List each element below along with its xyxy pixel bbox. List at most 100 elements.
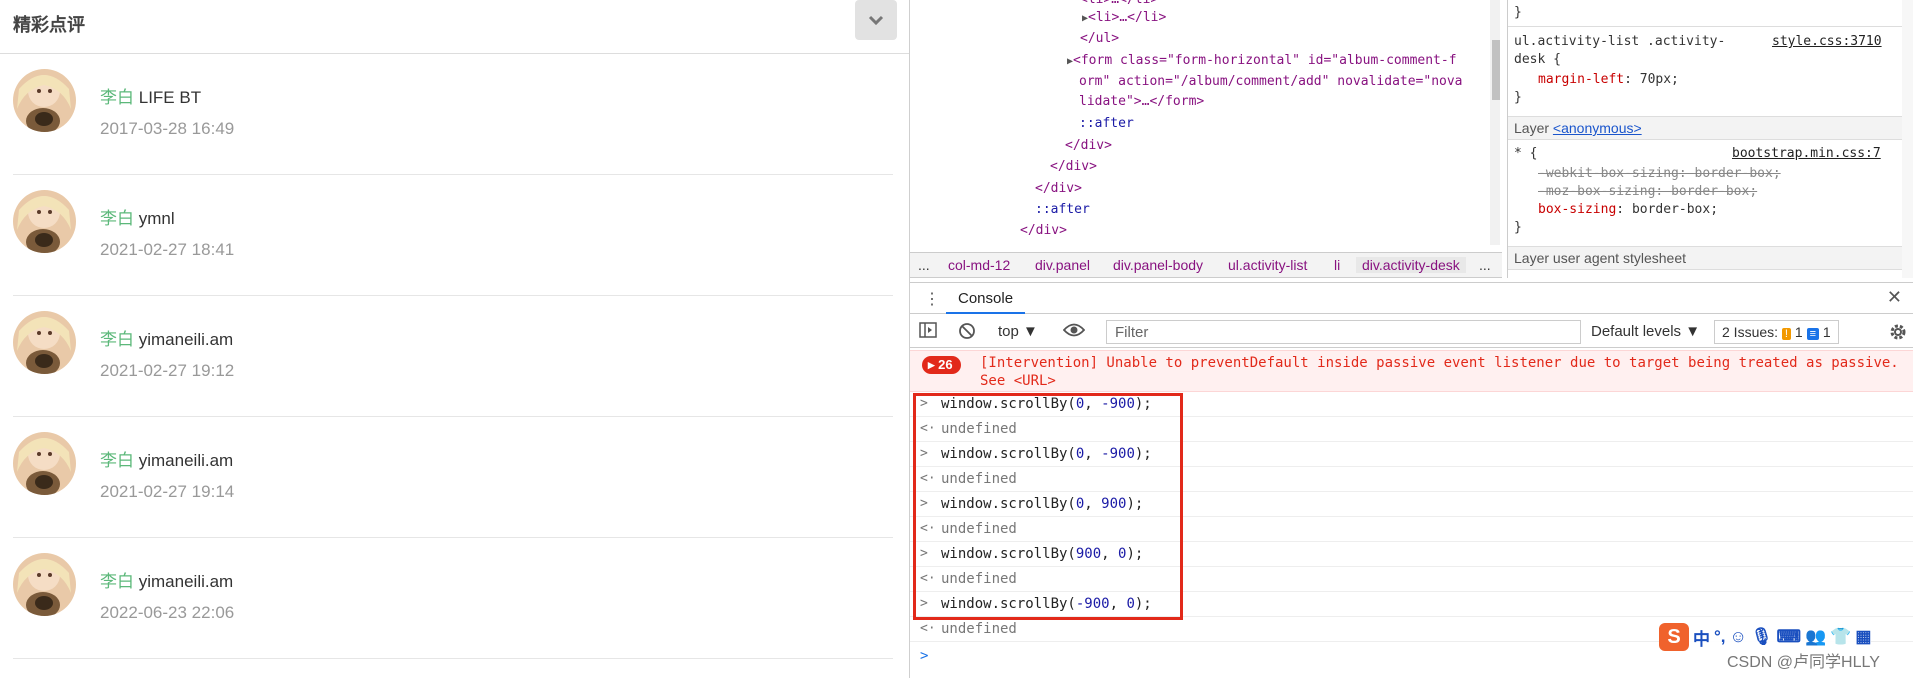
dom-node-form-cont: orm" action="/album/comment/add" novalid… — [1079, 74, 1463, 89]
comment-title: 李白 yimaneili.am — [100, 567, 233, 592]
comment-user[interactable]: 李白 — [100, 451, 134, 470]
result-arrow-icon: <· — [920, 521, 936, 536]
dom-node[interactable]: <li>…</li> — [1080, 0, 1158, 7]
comment-list: 李白 LIFE BT 2017-03-28 16:49 李白 ymnl 2021… — [13, 54, 893, 659]
console-prompt[interactable]: > — [920, 648, 928, 664]
comment-title: 李白 yimaneili.am — [100, 446, 233, 471]
elements-tree[interactable]: <li>…</li> ▶<li>…</li> </ul> ▶<form clas… — [910, 0, 1500, 245]
comment-user[interactable]: 李白 — [100, 209, 134, 228]
grid-menu-icon[interactable]: ▦ — [1855, 627, 1871, 647]
input-arrow-icon: > — [920, 446, 928, 461]
tab-console[interactable]: Console — [946, 283, 1026, 314]
dom-pseudo[interactable]: ::after — [1079, 116, 1134, 131]
rule-close-brace: } — [1514, 220, 1522, 235]
elements-scrollbar[interactable] — [1490, 0, 1500, 245]
dom-node[interactable]: </div> — [1065, 138, 1112, 153]
scrollbar-thumb[interactable] — [1492, 40, 1500, 100]
layer-user-agent: Layer user agent stylesheet — [1508, 246, 1903, 270]
drawer-tabbar: ⋮ Console ✕ — [910, 282, 1913, 314]
console-result: <· undefined — [910, 517, 1913, 542]
avatar[interactable] — [13, 432, 76, 495]
input-arrow-icon: > — [920, 546, 928, 561]
breadcrumb-item[interactable]: ul.activity-list — [1228, 257, 1307, 273]
rule-selector-cont: desk { — [1514, 52, 1561, 67]
avatar[interactable] — [13, 311, 76, 374]
skin-icon[interactable]: 👕 — [1830, 627, 1851, 647]
comment-user[interactable]: 李白 — [100, 330, 134, 349]
input-arrow-icon: > — [920, 596, 928, 611]
console-command[interactable]: > window.scrollBy(0, 900); — [910, 492, 1913, 517]
dom-node[interactable]: </div> — [1020, 223, 1067, 238]
breadcrumb-more[interactable]: ... — [1479, 257, 1491, 273]
rule-declaration-overridden[interactable]: -moz-box-sizing: border-box; — [1538, 184, 1757, 199]
sidebar-toggle-icon[interactable] — [919, 322, 937, 342]
rule-close-brace: } — [1514, 90, 1522, 105]
breadcrumb-item[interactable]: li — [1334, 257, 1340, 273]
comment-item: 李白 yimaneili.am 2022-06-23 22:06 — [13, 538, 893, 659]
eye-icon[interactable] — [1062, 322, 1086, 342]
comment-title: 李白 ymnl — [100, 204, 175, 229]
result-arrow-icon: <· — [920, 571, 936, 586]
clear-console-icon[interactable] — [958, 322, 976, 344]
avatar[interactable] — [13, 190, 76, 253]
filter-input[interactable]: Filter — [1106, 320, 1581, 344]
chevron-down-icon — [868, 15, 884, 25]
comment-item: 李白 LIFE BT 2017-03-28 16:49 — [13, 54, 893, 175]
comment-title: 李白 yimaneili.am — [100, 325, 233, 350]
dom-node[interactable]: </ul> — [1080, 31, 1119, 46]
result-arrow-icon: <· — [920, 621, 936, 636]
ime-logo[interactable]: S — [1659, 623, 1689, 651]
avatar[interactable] — [13, 553, 76, 616]
dom-node-form[interactable]: ▶<form class="form-horizontal" id="album… — [1067, 53, 1457, 68]
user-icon[interactable]: 👥 — [1805, 627, 1826, 647]
punctuation-icon[interactable]: °, — [1714, 627, 1726, 647]
breadcrumb-item[interactable]: div.panel — [1035, 257, 1090, 273]
rule-selector[interactable]: * { — [1514, 146, 1537, 161]
comment-content: yimaneili.am — [138, 451, 234, 470]
rule-declaration[interactable]: margin-left: 70px; — [1538, 72, 1679, 87]
console-command[interactable]: > window.scrollBy(900, 0); — [910, 542, 1913, 567]
log-levels-select[interactable]: Default levels ▼ — [1591, 323, 1700, 340]
more-options-icon[interactable]: ⋮ — [924, 289, 940, 309]
avatar[interactable] — [13, 69, 76, 132]
rule-declaration[interactable]: box-sizing: border-box; — [1538, 202, 1718, 217]
rule-source-link[interactable]: bootstrap.min.css:7 — [1732, 146, 1881, 161]
gear-icon[interactable] — [1888, 322, 1908, 346]
rule-source-link[interactable]: style.css:3710 — [1772, 34, 1882, 49]
close-icon[interactable]: ✕ — [1887, 287, 1902, 308]
context-select[interactable]: top ▼ — [998, 323, 1038, 340]
microphone-icon[interactable]: 🎙 — [1751, 627, 1773, 647]
comment-user[interactable]: 李白 — [100, 88, 134, 107]
rule-selector[interactable]: ul.activity-list .activity- — [1514, 34, 1725, 49]
breadcrumb-more[interactable]: ... — [918, 257, 930, 273]
dom-node[interactable]: </div> — [1050, 159, 1097, 174]
comment-time: 2021-02-27 19:12 — [100, 361, 235, 380]
collapse-button[interactable] — [855, 0, 897, 40]
issues-button[interactable]: 2 Issues: ! 1 ≡ 1 — [1714, 320, 1839, 344]
console-command[interactable]: > window.scrollBy(0, -900); — [910, 392, 1913, 417]
ime-language[interactable]: 中 — [1693, 625, 1710, 650]
error-link[interactable]: See <URL> — [980, 373, 1056, 389]
info-icon: ≡ — [1806, 328, 1819, 340]
dropdown-arrow-icon: ▼ — [1685, 323, 1701, 340]
comment-user[interactable]: 李白 — [100, 572, 134, 591]
console-result: <· undefined — [910, 467, 1913, 492]
devtools-panel: <li>…</li> ▶<li>…</li> </ul> ▶<form clas… — [909, 0, 1913, 678]
console-command[interactable]: > window.scrollBy(0, -900); — [910, 442, 1913, 467]
breadcrumb-item[interactable]: div.panel-body — [1113, 257, 1203, 273]
breadcrumb-item-selected[interactable]: div.activity-desk — [1356, 257, 1466, 273]
dom-pseudo[interactable]: ::after — [1035, 202, 1090, 217]
rule-declaration-overridden[interactable]: -webkit-box-sizing: border-box; — [1538, 166, 1781, 181]
result-arrow-icon: <· — [920, 421, 936, 436]
breadcrumb-item[interactable]: col-md-12 — [948, 257, 1010, 273]
styles-scrollbar[interactable] — [1902, 0, 1913, 278]
dom-node[interactable]: ▶<li>…</li> — [1082, 10, 1166, 25]
emoji-icon[interactable]: ☺ — [1730, 627, 1747, 647]
dom-node[interactable]: </div> — [1035, 181, 1082, 196]
anonymous-layer-link[interactable]: <anonymous> — [1553, 120, 1642, 136]
console-error-message[interactable]: ▸ 26 [Intervention] Unable to preventDef… — [910, 350, 1913, 392]
keyboard-icon[interactable]: ⌨ — [1776, 627, 1801, 647]
console-command[interactable]: > window.scrollBy(-900, 0); — [910, 592, 1913, 617]
comment-title: 李白 LIFE BT — [100, 83, 201, 108]
console-toolbar: top ▼ Filter Default levels ▼ 2 Issues: … — [910, 316, 1913, 348]
